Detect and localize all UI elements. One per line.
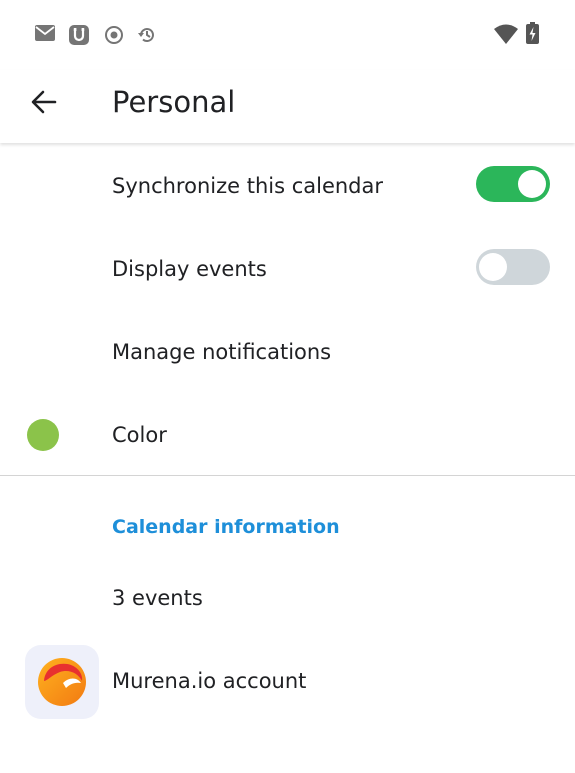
manage-notifications-label: Manage notifications [112,340,332,364]
record-icon [104,25,124,49]
magnet-icon [69,25,89,49]
color-swatch[interactable] [27,419,59,451]
battery-charging-icon [526,22,539,48]
arrow-back-icon [31,90,57,118]
divider [0,475,575,476]
event-count-row: 3 events [0,558,575,641]
status-bar [0,0,575,70]
page-title: Personal [112,85,236,119]
murena-account-label: Murena.io account [112,669,307,693]
sync-calendar-label: Synchronize this calendar [112,174,384,198]
display-events-row[interactable]: Display events [0,227,575,310]
manage-notifications-row[interactable]: Manage notifications [0,310,575,393]
back-button[interactable] [24,84,64,124]
app-bar: Personal [0,70,575,143]
display-events-label: Display events [112,257,267,281]
color-row[interactable]: Color [0,393,575,476]
switch-knob [479,253,507,281]
event-count-label: 3 events [112,586,203,610]
wifi-icon [494,24,518,48]
sync-calendar-switch[interactable] [476,166,550,202]
sync-calendar-row[interactable]: Synchronize this calendar [0,144,575,227]
mail-icon [35,25,55,45]
switch-knob [518,170,546,198]
calendar-information-header: Calendar information [112,516,340,538]
display-events-switch[interactable] [476,249,550,285]
color-label: Color [112,423,167,447]
sync-history-icon [137,25,157,49]
murena-account-row[interactable]: Murena.io account [0,640,575,723]
